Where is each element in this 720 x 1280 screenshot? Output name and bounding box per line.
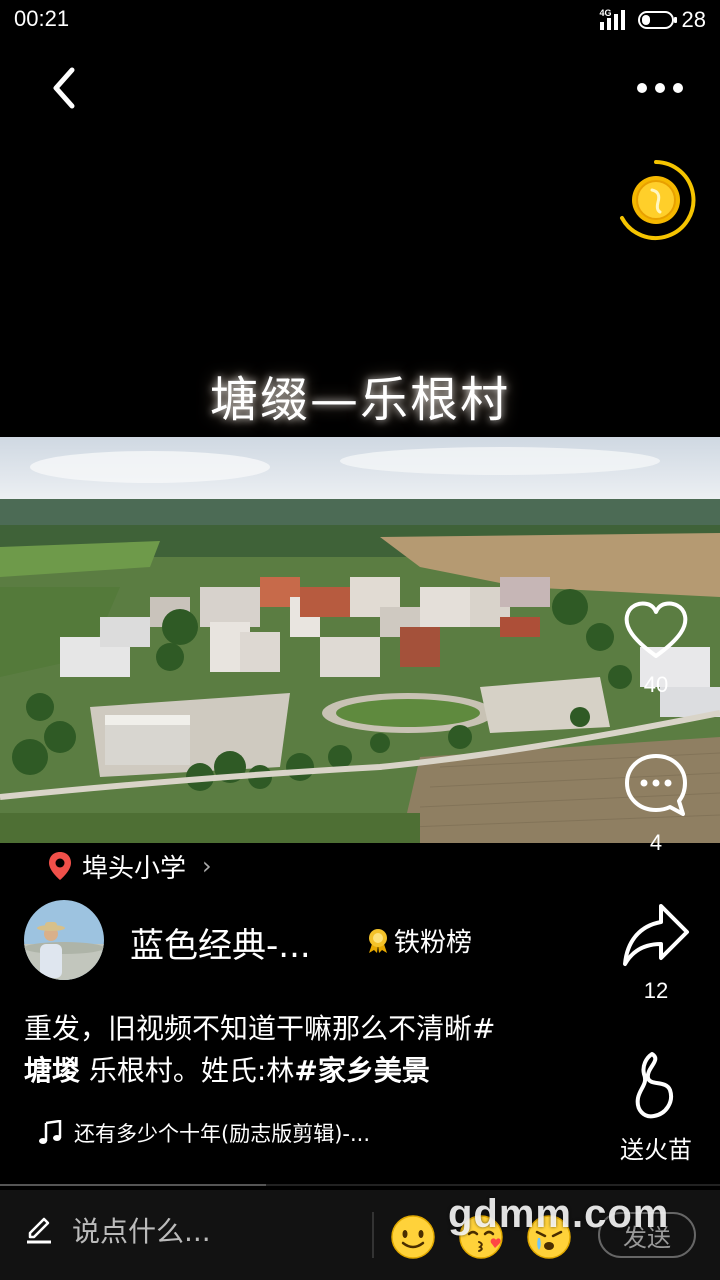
send-fire-button[interactable]: 送火苗 — [606, 1050, 706, 1165]
comment-count: 4 — [649, 830, 663, 855]
caption-hashtag-1[interactable]: 塘堫 — [24, 1054, 80, 1087]
location-tag[interactable]: 埠头小学 › — [48, 848, 212, 884]
comment-input[interactable]: 说点什么... — [24, 1210, 211, 1250]
battery-percent: 28 — [681, 7, 706, 32]
fan-ranking-badge[interactable]: 铁粉榜 — [366, 922, 472, 959]
more-options-button[interactable] — [630, 68, 690, 108]
heart-icon — [624, 601, 688, 658]
location-pin-icon — [49, 852, 71, 880]
pencil-icon — [27, 1217, 51, 1244]
location-name: 埠头小学 — [82, 853, 187, 884]
chevron-left-icon — [53, 67, 75, 109]
share-arrow-icon — [623, 904, 689, 966]
music-title: 还有多少个十年(励志版剪辑)-... — [74, 1122, 370, 1146]
send-fire-label: 送火苗 — [620, 1136, 692, 1164]
watermark: gdmm.com — [448, 1192, 670, 1236]
comment-button[interactable]: 4 — [606, 750, 706, 856]
author-avatar[interactable] — [24, 900, 104, 980]
caption-text-1: 重发，旧视频不知道干嘛那么不清晰# — [24, 1012, 496, 1045]
comment-placeholder: 说点什么... — [72, 1215, 211, 1248]
medal-icon — [369, 928, 387, 953]
caption-hashtag-2[interactable]: #家乡美景 — [294, 1054, 429, 1087]
music-track[interactable]: 还有多少个十年(励志版剪辑)-... — [38, 1118, 370, 1148]
like-count: 40 — [643, 672, 669, 697]
like-button[interactable]: 40 — [606, 598, 706, 698]
status-bar: 00:21 4G 28 — [0, 0, 720, 40]
status-time: 00:21 — [14, 6, 70, 31]
back-button[interactable] — [40, 64, 88, 112]
fan-ranking-label: 铁粉榜 — [394, 928, 473, 958]
video-progress-fill — [0, 1184, 267, 1186]
share-count: 12 — [643, 978, 669, 1003]
caption-text-2: 乐根村。姓氏:林 — [80, 1054, 295, 1087]
network-type: 4G — [599, 8, 612, 18]
battery-icon — [637, 11, 677, 29]
smile-emoji-icon[interactable] — [390, 1214, 436, 1260]
video-progress-bar[interactable] — [0, 1184, 720, 1186]
video-title-overlay: 塘缀—乐根村 — [209, 372, 510, 428]
status-indicators: 4G 28 — [599, 6, 706, 34]
more-dots-icon — [637, 83, 647, 93]
coin-icon — [620, 160, 696, 240]
video-caption: 重发，旧视频不知道干嘛那么不清晰# 塘堫 乐根村。姓氏:林#家乡美景 — [24, 1008, 594, 1092]
share-button[interactable]: 12 — [606, 900, 706, 1004]
coin-reward-widget[interactable] — [614, 158, 698, 242]
avatar-image — [24, 900, 104, 980]
chevron-right-icon: › — [202, 852, 212, 880]
music-note-icon — [39, 1120, 62, 1144]
signal-icon: 4G — [599, 8, 630, 30]
flame-icon — [635, 1052, 673, 1119]
divider — [372, 1212, 374, 1258]
comment-bubble-icon — [625, 754, 687, 816]
author-name[interactable]: 蓝色经典-... — [130, 918, 311, 967]
